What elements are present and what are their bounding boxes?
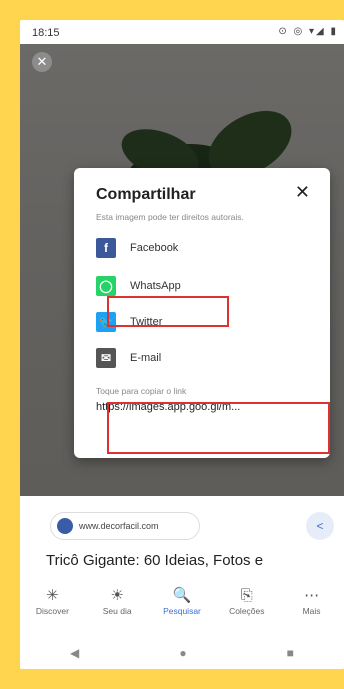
whatsapp-icon: ◯ bbox=[96, 276, 116, 296]
collections-icon: ⎘ bbox=[240, 587, 253, 604]
dialog-title: Compartilhar bbox=[96, 186, 196, 203]
status-bar: 18:15 ⊙ ◎ ▾◢ ▮ bbox=[20, 20, 344, 44]
whatsapp-highlight-box bbox=[107, 296, 229, 327]
copyright-note: Esta imagem pode ter direitos autorais. bbox=[96, 212, 244, 222]
phone-screen: 18:15 ⊙ ◎ ▾◢ ▮ ✕ www.decorfacil.com < Tr… bbox=[20, 20, 344, 669]
globe-icon bbox=[57, 518, 73, 534]
nav-label: Seu dia bbox=[102, 606, 132, 616]
copy-link-caption: Toque para copiar o link bbox=[96, 386, 187, 396]
result-title[interactable]: Tricô Gigante: 60 Ideias, Fotos e bbox=[46, 552, 263, 569]
option-label: E-mail bbox=[130, 352, 162, 364]
email-icon: ✉ bbox=[96, 348, 116, 368]
bottom-nav: ✳ Discover ☀ Seu dia 🔍 Pesquisar ⎘ Coleç… bbox=[20, 586, 344, 632]
facebook-icon: f bbox=[96, 238, 116, 258]
result-panel: www.decorfacil.com < Tricô Gigante: 60 I… bbox=[20, 496, 344, 669]
close-viewer-icon[interactable]: ✕ bbox=[32, 52, 52, 72]
more-icon: ⋯ bbox=[304, 587, 320, 604]
nav-label: Coleções bbox=[229, 606, 265, 616]
status-time: 18:15 bbox=[32, 27, 60, 39]
share-option-email[interactable]: ✉ E-mail bbox=[96, 344, 316, 372]
nav-mais[interactable]: ⋯ Mais bbox=[282, 586, 342, 632]
source-link[interactable]: www.decorfacil.com bbox=[50, 512, 200, 540]
back-icon[interactable]: ◀ bbox=[70, 646, 79, 660]
nav-label: Pesquisar bbox=[163, 606, 201, 616]
asterisk-icon: ✳ bbox=[46, 587, 59, 604]
home-icon[interactable]: ● bbox=[179, 646, 186, 660]
nav-discover[interactable]: ✳ Discover bbox=[22, 586, 82, 632]
sun-icon: ☀ bbox=[110, 587, 124, 604]
nav-seu-dia[interactable]: ☀ Seu dia bbox=[87, 586, 147, 632]
option-label: Facebook bbox=[130, 242, 179, 254]
nav-label: Discover bbox=[35, 606, 69, 616]
system-nav: ◀ ● ■ bbox=[20, 636, 344, 669]
close-dialog-icon[interactable]: ✕ bbox=[295, 182, 310, 203]
share-icon[interactable]: < bbox=[306, 512, 334, 540]
status-icons: ⊙ ◎ ▾◢ ▮ bbox=[278, 26, 338, 37]
recents-icon[interactable]: ■ bbox=[287, 646, 294, 660]
source-domain: www.decorfacil.com bbox=[79, 521, 159, 531]
nav-pesquisar[interactable]: 🔍 Pesquisar bbox=[152, 586, 212, 632]
nav-colecoes[interactable]: ⎘ Coleções bbox=[217, 586, 277, 632]
search-icon: 🔍 bbox=[172, 587, 192, 604]
nav-label: Mais bbox=[302, 606, 321, 616]
option-label: WhatsApp bbox=[130, 280, 181, 292]
share-option-facebook[interactable]: f Facebook bbox=[96, 234, 316, 262]
copy-link-highlight-box bbox=[107, 402, 330, 454]
